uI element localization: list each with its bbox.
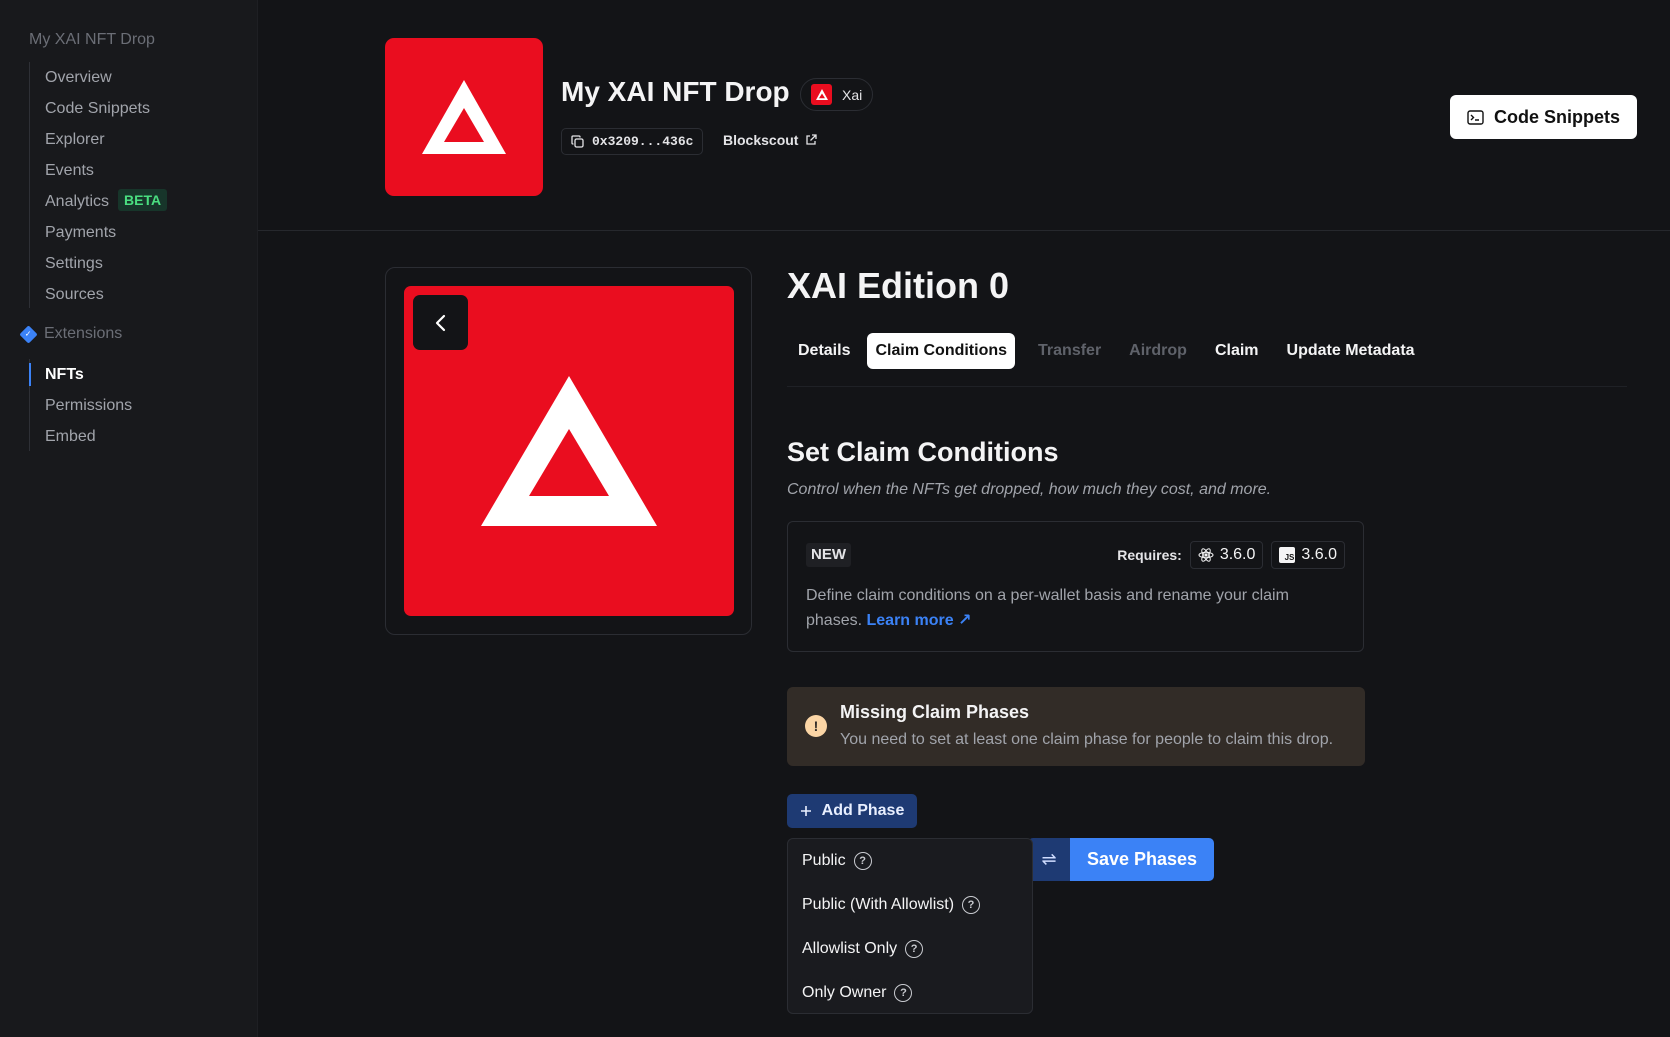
sidebar-item-permissions[interactable]: Permissions <box>30 390 132 421</box>
external-link-icon <box>806 134 818 145</box>
back-button[interactable] <box>413 295 468 350</box>
warning-icon: ! <box>805 715 827 737</box>
phase-option-only-owner[interactable]: Only Owner ? <box>788 971 1032 1015</box>
tabs-divider <box>787 386 1627 387</box>
nft-name: XAI Edition 0 <box>787 265 1010 306</box>
section-title: Set Claim Conditions <box>787 437 1059 467</box>
extension-diamond-icon: ✓ <box>19 324 38 344</box>
help-icon[interactable]: ? <box>853 852 872 870</box>
new-badge: NEW <box>806 543 851 567</box>
help-icon[interactable]: ? <box>905 940 924 958</box>
contract-title: My XAI NFT Drop <box>561 76 790 107</box>
add-phase-button[interactable]: Add Phase <box>787 794 917 828</box>
phase-option-label: Only Owner <box>802 984 887 1001</box>
extensions-heading: ✓ Extensions <box>19 324 123 344</box>
react-icon <box>1198 548 1214 562</box>
chain-badge[interactable]: Xai <box>800 78 874 111</box>
help-icon[interactable]: ? <box>962 896 981 914</box>
plus-icon <box>800 806 811 816</box>
tab-update-metadata[interactable]: Update Metadata <box>1276 333 1426 369</box>
chain-name: Xai <box>842 86 863 103</box>
requires-label: Requires: <box>1117 547 1182 563</box>
javascript-icon: JS <box>1279 547 1296 563</box>
sidebar-extensions-group: NFTs Permissions Embed <box>28 359 132 452</box>
tab-transfer[interactable]: Transfer <box>1027 333 1112 369</box>
sidebar-item-settings[interactable]: Settings <box>30 248 167 279</box>
sidebar: My XAI NFT Drop Overview Code Snippets E… <box>0 0 258 1037</box>
react-version-badge: 3.6.0 <box>1189 541 1264 569</box>
phase-option-label: Public (With Allowlist) <box>802 896 955 913</box>
nft-media-card <box>385 267 752 635</box>
chevron-left-icon <box>435 314 445 331</box>
extensions-label: Extensions <box>44 325 123 342</box>
new-feature-description: Define claim conditions on a per-wallet … <box>806 583 1326 633</box>
swap-icon: ⇌ <box>1041 849 1057 869</box>
xai-triangle-icon <box>422 80 506 154</box>
sidebar-title: My XAI NFT Drop <box>29 31 155 48</box>
explorer-link[interactable]: Blockscout <box>723 132 818 148</box>
code-snippets-label: Code Snippets <box>1493 106 1620 127</box>
tab-claim[interactable]: Claim <box>1204 333 1270 369</box>
contract-logo <box>385 38 543 196</box>
contract-address: 0x3209...436c <box>592 134 694 149</box>
copy-icon <box>571 135 584 148</box>
toggle-view-button[interactable]: ⇌ <box>1028 838 1070 881</box>
nft-tabs: Details Claim Conditions Transfer Airdro… <box>787 333 1432 369</box>
alert-title: Missing Claim Phases <box>840 702 1030 722</box>
sidebar-item-sources[interactable]: Sources <box>30 279 167 310</box>
section-subtitle: Control when the NFTs get dropped, how m… <box>787 481 1272 498</box>
help-icon[interactable]: ? <box>894 984 913 1002</box>
add-phase-label: Add Phase <box>821 802 905 819</box>
save-phases-button[interactable]: Save Phases <box>1070 838 1214 881</box>
sidebar-item-payments[interactable]: Payments <box>30 217 167 248</box>
phase-option-label: Allowlist Only <box>802 940 898 957</box>
tab-details[interactable]: Details <box>787 333 861 369</box>
tab-airdrop[interactable]: Airdrop <box>1118 333 1198 369</box>
phase-type-dropdown: Public ? Public (With Allowlist) ? Allow… <box>787 838 1033 1014</box>
phase-option-public[interactable]: Public ? <box>788 839 1032 883</box>
new-feature-box: NEW Requires: 3.6.0 JS 3.6.0 Define clai… <box>787 521 1364 652</box>
requires-versions: Requires: 3.6.0 JS 3.6.0 <box>1117 541 1345 569</box>
react-version: 3.6.0 <box>1219 546 1256 563</box>
phase-option-allowlist-only[interactable]: Allowlist Only ? <box>788 927 1032 971</box>
sidebar-item-explorer[interactable]: Explorer <box>30 124 167 155</box>
beta-badge: BETA <box>118 189 168 211</box>
explorer-name: Blockscout <box>723 132 799 148</box>
sidebar-item-events[interactable]: Events <box>30 155 167 186</box>
sidebar-item-overview[interactable]: Overview <box>30 62 167 93</box>
learn-more-link[interactable]: Learn more ↗ <box>867 612 972 629</box>
js-version-badge: JS 3.6.0 <box>1271 541 1345 569</box>
alert-text: You need to set at least one claim phase… <box>840 731 1334 748</box>
sidebar-item-code-snippets[interactable]: Code Snippets <box>30 93 167 124</box>
xai-chain-icon <box>811 84 832 105</box>
sidebar-item-embed[interactable]: Embed <box>30 421 132 452</box>
xai-triangle-icon <box>481 376 657 526</box>
js-version: 3.6.0 <box>1301 546 1337 563</box>
sidebar-nav-group: Overview Code Snippets Explorer Events A… <box>29 62 168 310</box>
sidebar-item-label: Analytics <box>45 193 110 210</box>
phase-option-label: Public <box>802 852 846 869</box>
header-divider <box>258 230 1670 231</box>
tab-claim-conditions[interactable]: Claim Conditions <box>867 333 1016 369</box>
sidebar-item-analytics[interactable]: Analytics BETA <box>30 186 168 217</box>
phase-option-public-allowlist[interactable]: Public (With Allowlist) ? <box>788 883 1032 927</box>
terminal-icon <box>1467 109 1484 125</box>
contract-address-copy[interactable]: 0x3209...436c <box>561 128 704 155</box>
missing-phases-alert: ! Missing Claim Phases You need to set a… <box>787 687 1365 766</box>
sidebar-item-nfts[interactable]: NFTs <box>28 359 132 390</box>
code-snippets-button[interactable]: Code Snippets <box>1450 95 1637 139</box>
